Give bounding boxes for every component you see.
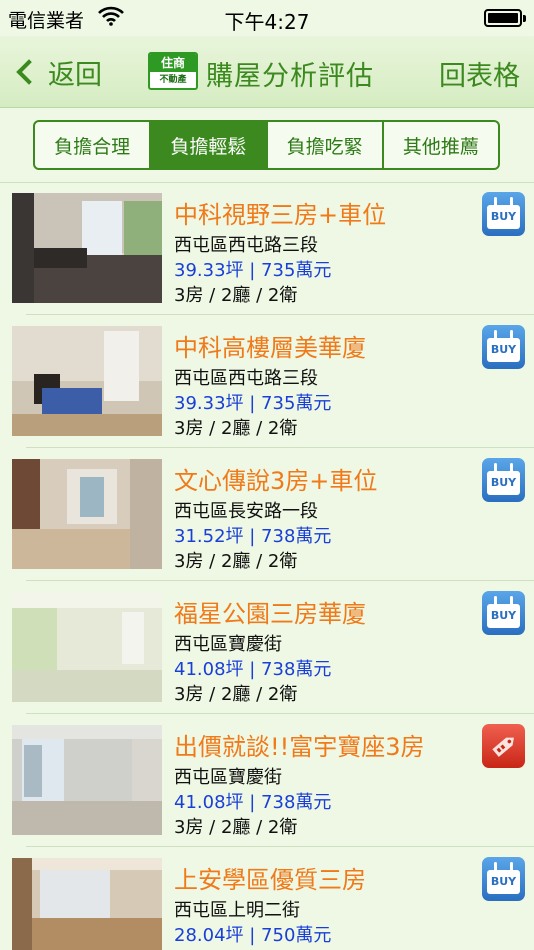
listing-district: 西屯區西屯路三段 bbox=[174, 368, 318, 389]
listing-price: 31.52坪 | 738萬元 bbox=[174, 526, 332, 547]
page-title: 購屋分析評估 bbox=[206, 61, 374, 92]
segment-tight[interactable]: 負擔吃緊 bbox=[268, 122, 384, 168]
listing-rooms: 3房 / 2廳 / 2衛 bbox=[174, 285, 298, 306]
buy-icon[interactable]: BUY bbox=[482, 458, 525, 502]
listing-district: 西屯區上明二街 bbox=[174, 900, 300, 921]
listing-price: 39.33坪 | 735萬元 bbox=[174, 393, 332, 414]
chevron-left-icon bbox=[16, 59, 42, 85]
listing-photo bbox=[12, 326, 162, 436]
listing-price: 28.04坪 | 750萬元 bbox=[174, 925, 332, 946]
listing-title[interactable]: 中科視野三房+車位 bbox=[174, 195, 386, 230]
listing-photo bbox=[12, 592, 162, 702]
navigation-bar: 返回 住商 不動產 購屋分析評估 回表格 bbox=[0, 36, 534, 108]
back-label: 返回 bbox=[48, 59, 102, 91]
listing-rooms: 3房 / 2廳 / 2衛 bbox=[174, 817, 298, 838]
logo-text-top: 住商 bbox=[150, 54, 196, 72]
listing-photo bbox=[12, 459, 162, 569]
listing-title[interactable]: 福星公園三房華廈 bbox=[174, 594, 366, 629]
listing-price: 41.08坪 | 738萬元 bbox=[174, 792, 332, 813]
listing-price: 39.33坪 | 735萬元 bbox=[174, 260, 332, 281]
status-bar: 電信業者 下午4:27 bbox=[0, 0, 534, 36]
burden-filter-segmented-control: 負擔合理 負擔輕鬆 負擔吃緊 其他推薦 bbox=[33, 120, 500, 170]
buy-icon[interactable]: BUY bbox=[482, 192, 525, 236]
tag-glyph bbox=[491, 737, 514, 757]
buy-icon[interactable]: BUY bbox=[482, 857, 525, 901]
brand-logo: 住商 不動產 bbox=[148, 52, 198, 90]
price-tag-icon[interactable] bbox=[482, 724, 525, 768]
listing-row[interactable]: 上安學區優質三房 西屯區上明二街 28.04坪 | 750萬元 BUY bbox=[0, 847, 534, 950]
listing-district: 西屯區寶慶街 bbox=[174, 767, 282, 788]
buy-icon[interactable]: BUY bbox=[482, 325, 525, 369]
segment-reasonable[interactable]: 負擔合理 bbox=[35, 122, 152, 168]
listing-district: 西屯區寶慶街 bbox=[174, 634, 282, 655]
listing-title[interactable]: 上安學區優質三房 bbox=[174, 860, 366, 895]
listing-title[interactable]: 中科高樓層美華廈 bbox=[174, 328, 366, 363]
listing-district: 西屯區西屯路三段 bbox=[174, 235, 318, 256]
listing-row[interactable]: 文心傳說3房+車位 西屯區長安路一段 31.52坪 | 738萬元 3房 / 2… bbox=[0, 448, 534, 581]
battery-icon bbox=[484, 9, 526, 27]
listing-photo bbox=[12, 858, 162, 950]
listing-row[interactable]: 中科高樓層美華廈 西屯區西屯路三段 39.33坪 | 735萬元 3房 / 2廳… bbox=[0, 315, 534, 448]
listing-row[interactable]: 出價就談!!富宇寶座3房 西屯區寶慶街 41.08坪 | 738萬元 3房 / … bbox=[0, 714, 534, 847]
segment-other[interactable]: 其他推薦 bbox=[384, 122, 498, 168]
listing-price: 41.08坪 | 738萬元 bbox=[174, 659, 332, 680]
back-button[interactable]: 返回 bbox=[14, 50, 102, 94]
back-to-table-button[interactable]: 回表格 bbox=[439, 54, 520, 93]
listing-rooms: 3房 / 2廳 / 2衛 bbox=[174, 418, 298, 439]
listing-row[interactable]: 中科視野三房+車位 西屯區西屯路三段 39.33坪 | 735萬元 3房 / 2… bbox=[0, 182, 534, 315]
buy-icon[interactable]: BUY bbox=[482, 591, 525, 635]
listing-title[interactable]: 出價就談!!富宇寶座3房 bbox=[174, 727, 425, 762]
logo-text-bottom: 不動產 bbox=[159, 75, 187, 85]
listing-photo bbox=[12, 193, 162, 303]
listing-row[interactable]: 福星公園三房華廈 西屯區寶慶街 41.08坪 | 738萬元 3房 / 2廳 /… bbox=[0, 581, 534, 714]
listing-title[interactable]: 文心傳說3房+車位 bbox=[174, 461, 377, 496]
listing-rooms: 3房 / 2廳 / 2衛 bbox=[174, 684, 298, 705]
listing-photo bbox=[12, 725, 162, 835]
listing-list: 中科視野三房+車位 西屯區西屯路三段 39.33坪 | 735萬元 3房 / 2… bbox=[0, 182, 534, 950]
clock: 下午4:27 bbox=[224, 10, 310, 34]
listing-rooms: 3房 / 2廳 / 2衛 bbox=[174, 551, 298, 572]
listing-district: 西屯區長安路一段 bbox=[174, 501, 318, 522]
segment-easy[interactable]: 負擔輕鬆 bbox=[151, 122, 268, 168]
